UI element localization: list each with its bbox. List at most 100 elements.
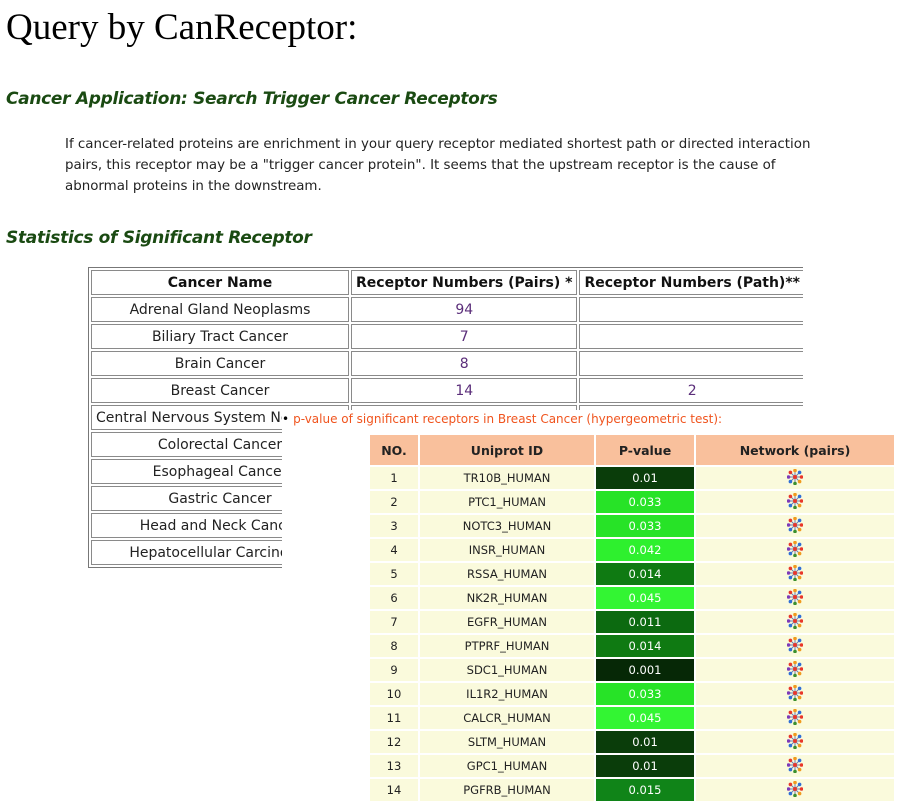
network-pairs-cell bbox=[696, 707, 894, 729]
column-header-receptor-pairs: Receptor Numbers (Pairs) * bbox=[351, 270, 578, 295]
cancer-name-cell: Adrenal Gland Neoplasms bbox=[91, 297, 349, 322]
table-row: 11 CALCR_HUMAN 0.045 bbox=[370, 707, 894, 729]
statistics-header-row: Cancer Name Receptor Numbers (Pairs) * R… bbox=[91, 270, 803, 295]
cancer-name-cell: Biliary Tract Cancer bbox=[91, 324, 349, 349]
table-row: 7 EGFR_HUMAN 0.011 bbox=[370, 611, 894, 633]
network-pairs-cell bbox=[696, 755, 894, 777]
receptor-path-link[interactable]: 2 bbox=[579, 378, 803, 403]
table-row: Brain Cancer 8 bbox=[91, 351, 803, 376]
row-number: 4 bbox=[370, 539, 418, 561]
pvalue-table: NO. Uniprot ID P-value Network (pairs) 1… bbox=[368, 433, 896, 803]
network-pairs-cell bbox=[696, 611, 894, 633]
uniprot-id: GPC1_HUMAN bbox=[420, 755, 594, 777]
network-star-icon[interactable] bbox=[786, 492, 804, 512]
p-value-cell: 0.015 bbox=[596, 779, 694, 801]
network-pairs-cell bbox=[696, 467, 894, 489]
p-value-cell: 0.045 bbox=[596, 587, 694, 609]
table-row: 1 TR10B_HUMAN 0.01 bbox=[370, 467, 894, 489]
uniprot-id: CALCR_HUMAN bbox=[420, 707, 594, 729]
uniprot-id: PTPRF_HUMAN bbox=[420, 635, 594, 657]
pvalue-popup: • p-value of significant receptors in Bre… bbox=[282, 410, 900, 803]
network-star-icon[interactable] bbox=[786, 708, 804, 728]
bullet-icon: • bbox=[282, 412, 290, 426]
receptor-pairs-link[interactable]: 7 bbox=[351, 324, 578, 349]
page-title: Query by CanReceptor: bbox=[6, 7, 358, 48]
network-star-icon[interactable] bbox=[786, 756, 804, 776]
row-number: 3 bbox=[370, 515, 418, 537]
network-star-icon[interactable] bbox=[786, 588, 804, 608]
row-number: 14 bbox=[370, 779, 418, 801]
row-number: 13 bbox=[370, 755, 418, 777]
table-row: 8 PTPRF_HUMAN 0.014 bbox=[370, 635, 894, 657]
network-star-icon[interactable] bbox=[786, 636, 804, 656]
uniprot-id: TR10B_HUMAN bbox=[420, 467, 594, 489]
p-value-cell: 0.033 bbox=[596, 491, 694, 513]
column-header-receptor-path: Receptor Numbers (Path)** bbox=[579, 270, 803, 295]
table-row: 3 NOTC3_HUMAN 0.033 bbox=[370, 515, 894, 537]
uniprot-id: NK2R_HUMAN bbox=[420, 587, 594, 609]
column-header-network-pairs: Network (pairs) bbox=[696, 435, 894, 465]
network-star-icon[interactable] bbox=[786, 516, 804, 536]
uniprot-id: IL1R2_HUMAN bbox=[420, 683, 594, 705]
network-pairs-cell bbox=[696, 563, 894, 585]
section-title-cancer-application: Cancer Application: Search Trigger Cance… bbox=[6, 89, 498, 109]
table-row: 9 SDC1_HUMAN 0.001 bbox=[370, 659, 894, 681]
p-value-cell: 0.01 bbox=[596, 467, 694, 489]
network-star-icon[interactable] bbox=[786, 732, 804, 752]
network-star-icon[interactable] bbox=[786, 564, 804, 584]
receptor-pairs-link[interactable]: 14 bbox=[351, 378, 578, 403]
network-pairs-cell bbox=[696, 683, 894, 705]
p-value-cell: 0.01 bbox=[596, 755, 694, 777]
network-star-icon[interactable] bbox=[786, 540, 804, 560]
uniprot-id: SDC1_HUMAN bbox=[420, 659, 594, 681]
p-value-cell: 0.001 bbox=[596, 659, 694, 681]
receptor-path-link bbox=[579, 324, 803, 349]
network-star-icon[interactable] bbox=[786, 612, 804, 632]
network-pairs-cell bbox=[696, 539, 894, 561]
network-star-icon[interactable] bbox=[786, 684, 804, 704]
table-row: 10 IL1R2_HUMAN 0.033 bbox=[370, 683, 894, 705]
table-row: 5 RSSA_HUMAN 0.014 bbox=[370, 563, 894, 585]
network-pairs-cell bbox=[696, 731, 894, 753]
uniprot-id: INSR_HUMAN bbox=[420, 539, 594, 561]
uniprot-id: SLTM_HUMAN bbox=[420, 731, 594, 753]
row-number: 6 bbox=[370, 587, 418, 609]
network-pairs-cell bbox=[696, 587, 894, 609]
receptor-pairs-link[interactable]: 94 bbox=[351, 297, 578, 322]
row-number: 1 bbox=[370, 467, 418, 489]
uniprot-id: PTC1_HUMAN bbox=[420, 491, 594, 513]
p-value-cell: 0.01 bbox=[596, 731, 694, 753]
network-star-icon[interactable] bbox=[786, 468, 804, 488]
column-header-uniprot-id: Uniprot ID bbox=[420, 435, 594, 465]
table-row: 12 SLTM_HUMAN 0.01 bbox=[370, 731, 894, 753]
uniprot-id: NOTC3_HUMAN bbox=[420, 515, 594, 537]
network-star-icon[interactable] bbox=[786, 660, 804, 680]
cancer-name-cell: Brain Cancer bbox=[91, 351, 349, 376]
network-star-icon[interactable] bbox=[786, 780, 804, 800]
row-number: 2 bbox=[370, 491, 418, 513]
table-row: 13 GPC1_HUMAN 0.01 bbox=[370, 755, 894, 777]
column-header-cancer-name: Cancer Name bbox=[91, 270, 349, 295]
receptor-pairs-link[interactable]: 8 bbox=[351, 351, 578, 376]
table-row: 4 INSR_HUMAN 0.042 bbox=[370, 539, 894, 561]
network-pairs-cell bbox=[696, 659, 894, 681]
p-value-cell: 0.042 bbox=[596, 539, 694, 561]
table-row: 14 PGFRB_HUMAN 0.015 bbox=[370, 779, 894, 801]
row-number: 8 bbox=[370, 635, 418, 657]
pvalue-table-body: 1 TR10B_HUMAN 0.01 2 PTC1_HUMAN 0.033 3 NOTC3_H… bbox=[370, 467, 894, 801]
receptor-path-link bbox=[579, 351, 803, 376]
row-number: 9 bbox=[370, 659, 418, 681]
p-value-cell: 0.014 bbox=[596, 563, 694, 585]
table-row: Breast Cancer 14 2 bbox=[91, 378, 803, 403]
receptor-path-link bbox=[579, 297, 803, 322]
uniprot-id: EGFR_HUMAN bbox=[420, 611, 594, 633]
network-pairs-cell bbox=[696, 635, 894, 657]
table-row: 2 PTC1_HUMAN 0.033 bbox=[370, 491, 894, 513]
row-number: 5 bbox=[370, 563, 418, 585]
p-value-cell: 0.011 bbox=[596, 611, 694, 633]
p-value-cell: 0.033 bbox=[596, 683, 694, 705]
pvalue-header-row: NO. Uniprot ID P-value Network (pairs) bbox=[370, 435, 894, 465]
row-number: 12 bbox=[370, 731, 418, 753]
p-value-cell: 0.033 bbox=[596, 515, 694, 537]
cancer-name-cell: Breast Cancer bbox=[91, 378, 349, 403]
